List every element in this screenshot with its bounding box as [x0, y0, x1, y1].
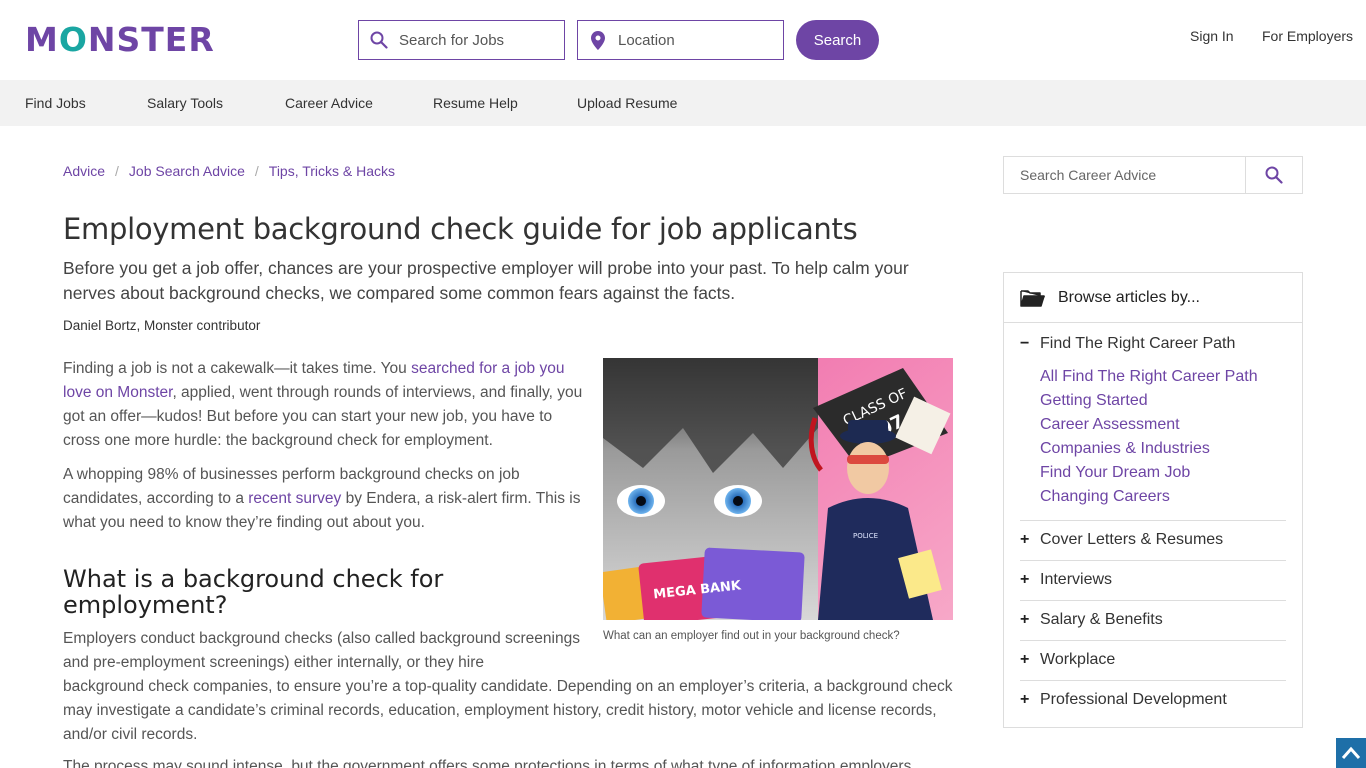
expand-plus-icon: +: [1020, 571, 1030, 588]
subcategory-link[interactable]: Changing Careers: [1040, 485, 1258, 509]
article-paragraph: A whopping 98% of businesses perform bac…: [63, 466, 581, 531]
article-paragraph: The process may sound intense, but the g…: [63, 758, 912, 768]
image-caption: What can an employer find out in your ba…: [603, 630, 900, 642]
category-workplace[interactable]: + Workplace: [1020, 651, 1286, 669]
subcategory-link[interactable]: Getting Started: [1040, 389, 1258, 413]
category-professional-development[interactable]: + Professional Development: [1020, 691, 1286, 709]
job-search-field[interactable]: [358, 20, 565, 60]
svg-text:POLICE: POLICE: [853, 532, 878, 540]
subcategory-link[interactable]: Companies & Industries: [1040, 437, 1258, 461]
divider: [1020, 680, 1286, 681]
search-button[interactable]: Search: [796, 20, 879, 60]
browse-articles-header: Browse articles by...: [1004, 273, 1302, 323]
career-advice-search[interactable]: [1003, 156, 1303, 194]
for-employers-link[interactable]: For Employers: [1262, 28, 1353, 44]
monster-logo[interactable]: MONSTER: [25, 22, 215, 58]
chevron-up-icon: [1341, 746, 1361, 759]
expand-plus-icon: +: [1020, 691, 1030, 708]
career-advice-search-input[interactable]: [1004, 157, 1245, 193]
article-paragraph: background check companies, to ensure yo…: [63, 678, 953, 743]
article-paragraph: Finding a job is not a cakewalk—it takes…: [63, 360, 583, 449]
expand-plus-icon: +: [1020, 531, 1030, 548]
nav-upload-resume[interactable]: Upload Resume: [577, 95, 677, 111]
site-header: MONSTER Search Sign In For Employers: [0, 0, 1366, 80]
section-heading: What is a background check for employmen…: [63, 565, 444, 619]
career-advice-search-button[interactable]: [1245, 157, 1302, 193]
category-label: Workplace: [1040, 651, 1116, 668]
divider: [1020, 520, 1286, 521]
article-subtitle: Before you get a job offer, chances are …: [63, 258, 909, 303]
divider: [1020, 600, 1286, 601]
breadcrumb-job-search-advice[interactable]: Job Search Advice: [129, 163, 245, 179]
main-nav: Find Jobs Salary Tools Career Advice Res…: [0, 80, 1366, 126]
folder-open-icon: [1020, 289, 1045, 307]
browse-articles-panel: Browse articles by... − Find The Right C…: [1003, 272, 1303, 728]
nav-salary-tools[interactable]: Salary Tools: [147, 95, 223, 111]
breadcrumb: Advice / Job Search Advice / Tips, Trick…: [63, 163, 395, 179]
expand-plus-icon: +: [1020, 611, 1030, 628]
search-icon: [1265, 166, 1283, 184]
category-label: Find The Right Career Path: [1040, 335, 1236, 352]
subcategory-link[interactable]: All Find The Right Career Path: [1040, 365, 1258, 389]
subcategory-link[interactable]: Career Assessment: [1040, 413, 1258, 437]
category-label: Cover Letters & Resumes: [1040, 531, 1224, 548]
browse-articles-title: Browse articles by...: [1058, 288, 1200, 306]
category-label: Professional Development: [1040, 691, 1227, 708]
nav-career-advice[interactable]: Career Advice: [285, 95, 373, 111]
collapse-minus-icon: −: [1020, 335, 1030, 352]
subcategory-link[interactable]: Find Your Dream Job: [1040, 461, 1258, 485]
subcategory-list: All Find The Right Career Path Getting S…: [1040, 365, 1258, 509]
category-cover-letters-resumes[interactable]: + Cover Letters & Resumes: [1020, 531, 1286, 549]
breadcrumb-separator: /: [115, 163, 119, 179]
article-byline: Daniel Bortz, Monster contributor: [63, 318, 261, 333]
job-search-input[interactable]: [399, 31, 549, 49]
divider: [1020, 640, 1286, 641]
category-label: Interviews: [1040, 571, 1113, 588]
sign-in-link[interactable]: Sign In: [1190, 28, 1234, 44]
expand-plus-icon: +: [1020, 651, 1030, 668]
breadcrumb-advice[interactable]: Advice: [63, 163, 105, 179]
breadcrumb-separator: /: [254, 163, 259, 179]
divider: [1020, 560, 1286, 561]
nav-resume-help[interactable]: Resume Help: [433, 95, 518, 111]
article-image: MEGA BANK CLASS OF 2007 POLICE: [603, 358, 953, 620]
breadcrumb-tips-tricks-hacks[interactable]: Tips, Tricks & Hacks: [269, 163, 395, 179]
back-to-top-button[interactable]: [1336, 738, 1366, 768]
category-find-right-career-path[interactable]: − Find The Right Career Path: [1020, 335, 1286, 353]
location-field[interactable]: [577, 20, 784, 60]
category-salary-benefits[interactable]: + Salary & Benefits: [1020, 611, 1286, 629]
search-icon: [359, 21, 399, 59]
article-paragraph: Employers conduct background checks (als…: [63, 630, 580, 671]
recent-survey-link[interactable]: recent survey: [248, 490, 341, 507]
category-label: Salary & Benefits: [1040, 611, 1163, 628]
location-pin-icon: [578, 21, 618, 59]
location-input[interactable]: [618, 31, 768, 49]
nav-find-jobs[interactable]: Find Jobs: [25, 95, 86, 111]
article-title: Employment background check guide for jo…: [63, 212, 858, 246]
category-interviews[interactable]: + Interviews: [1020, 571, 1286, 589]
